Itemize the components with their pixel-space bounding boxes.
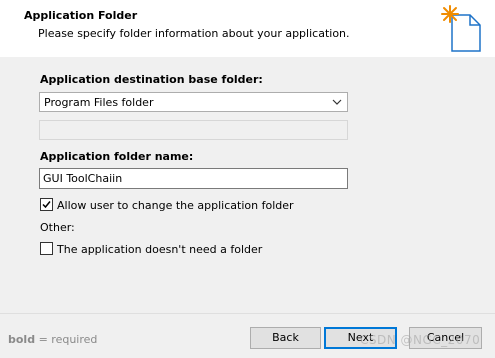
destination-path-field [39,120,348,140]
wizard-header: Application Folder Please specify folder… [0,0,495,57]
new-folder-icon [441,5,481,52]
no-folder-label[interactable]: The application doesn't need a folder [57,243,262,256]
required-legend: bold = required [8,333,97,346]
folder-name-input[interactable] [39,168,348,189]
other-label: Other: [40,221,75,234]
no-folder-checkbox[interactable] [40,242,53,255]
legend-bold: bold [8,333,36,346]
checkmark-icon [42,201,51,209]
legend-text: = required [35,333,98,346]
next-button[interactable]: Next [324,327,397,349]
page-title: Application Folder [24,9,138,22]
chevron-down-icon [332,99,342,105]
cancel-button[interactable]: Cancel [409,327,482,349]
destination-select-value: Program Files folder [44,96,154,109]
destination-label: Application destination base folder: [40,73,263,86]
allow-change-checkbox[interactable] [40,198,53,211]
destination-folder-select[interactable]: Program Files folder [39,92,348,112]
footer-divider [0,313,495,314]
folder-name-label: Application folder name: [40,150,194,163]
back-button[interactable]: Back [250,327,321,349]
allow-change-label[interactable]: Allow user to change the application fol… [57,199,294,212]
page-subtitle: Please specify folder information about … [38,27,350,40]
